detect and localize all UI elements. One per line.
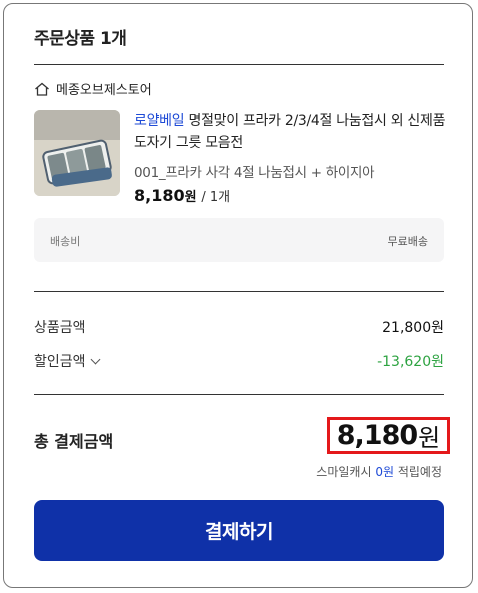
shipping-value: 무료배송 bbox=[387, 235, 428, 248]
order-summary-card: 주문상품 1개 메종오브제스토어 로얄베일 명절맞이 프라카 2/3/4절 나눔… bbox=[3, 3, 473, 588]
shipping-label: 배송비 bbox=[50, 235, 81, 248]
total-amount: 8,180 원 bbox=[327, 417, 450, 454]
discount-toggle[interactable]: 할인금액 bbox=[34, 351, 100, 371]
pay-button[interactable]: 결제하기 bbox=[34, 500, 444, 561]
section-title: 주문상품 1개 bbox=[34, 29, 127, 49]
product-price-value: 8,180 bbox=[134, 186, 185, 205]
product-option: 001_프라카 사각 4절 나눔접시 + 하이지아 bbox=[134, 165, 375, 181]
product-amount-label: 상품금액 bbox=[34, 320, 86, 336]
total-label: 총 결제금액 bbox=[34, 432, 114, 451]
points-suffix: 적립예정 bbox=[397, 465, 442, 479]
divider bbox=[34, 394, 444, 395]
product-name[interactable]: 로얄베일 명절맞이 프라카 2/3/4절 나눔접시 외 신제품 도자기 그릇 모… bbox=[134, 110, 449, 154]
divider bbox=[34, 291, 444, 292]
home-icon bbox=[34, 82, 50, 96]
product-thumbnail[interactable] bbox=[34, 110, 120, 196]
product-price: 8,180원 / 1개 bbox=[134, 186, 230, 205]
points-info: 스마일캐시 0원 적립예정 bbox=[316, 463, 442, 480]
discount-value: -13,620원 bbox=[377, 354, 444, 370]
points-value: 0원 bbox=[375, 465, 394, 479]
divider bbox=[34, 64, 444, 65]
points-prefix: 스마일캐시 bbox=[316, 465, 372, 479]
chevron-down-icon bbox=[90, 354, 100, 365]
total-amount-value: 8,180 bbox=[336, 420, 418, 451]
seller-link[interactable]: 메종오브제스토어 bbox=[34, 79, 152, 98]
product-price-unit: 원 bbox=[184, 190, 197, 205]
seller-name: 메종오브제스토어 bbox=[56, 83, 152, 98]
product-brand[interactable]: 로얄베일 bbox=[134, 113, 185, 129]
shipping-box: 배송비 무료배송 bbox=[34, 218, 444, 262]
product-quantity: / 1개 bbox=[201, 190, 231, 205]
discount-label: 할인금액 bbox=[34, 354, 86, 370]
total-amount-unit: 원 bbox=[418, 424, 441, 452]
product-amount-value: 21,800원 bbox=[382, 320, 444, 336]
